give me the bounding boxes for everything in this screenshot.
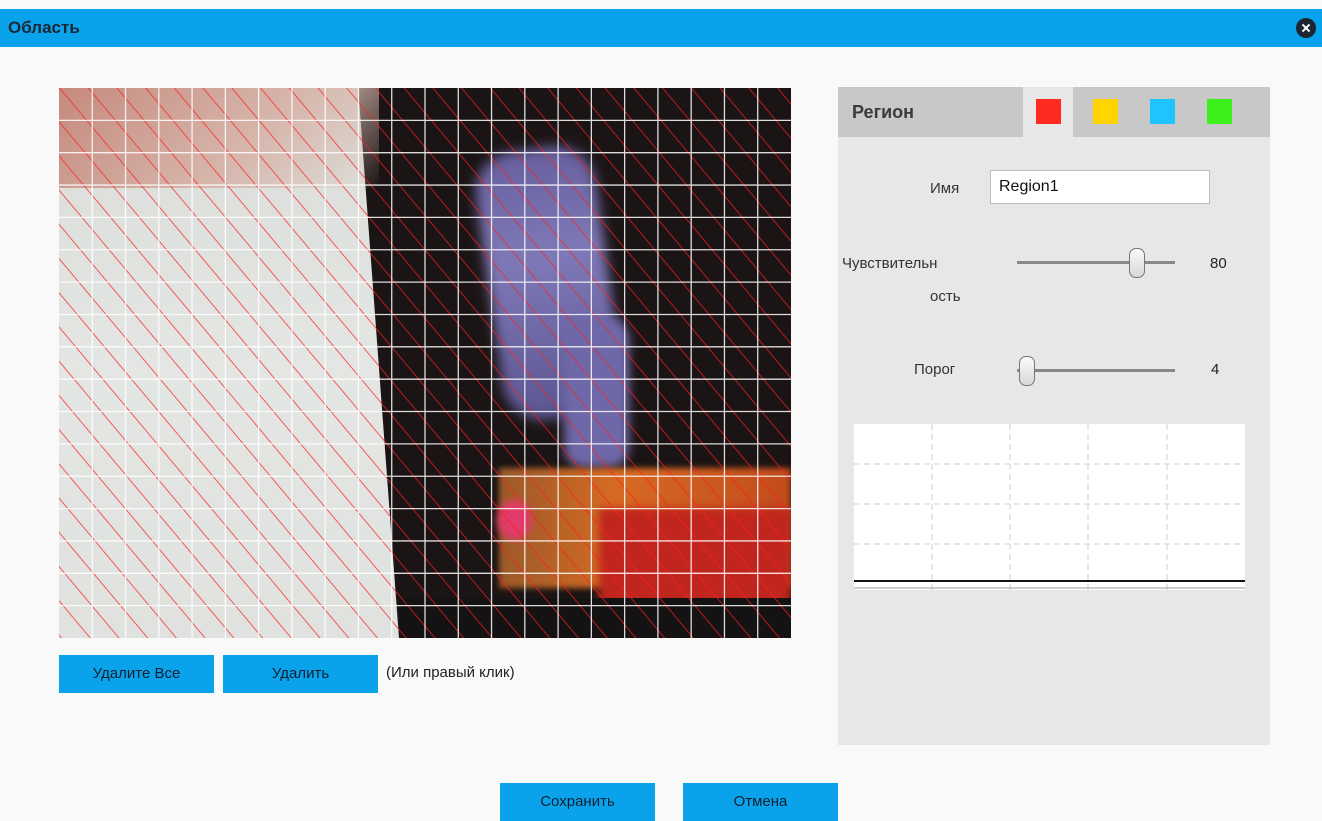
sensitivity-slider-track[interactable] <box>1017 261 1175 264</box>
threshold-value: 4 <box>1211 361 1220 378</box>
video-preview[interactable] <box>59 88 791 638</box>
title-bar: Область <box>0 9 1322 47</box>
swatch-blue[interactable] <box>1150 99 1175 124</box>
region-panel: Регион Имя Чувствительн ость 80 Порог 4 <box>838 87 1270 745</box>
swatch-yellow[interactable] <box>1093 99 1118 124</box>
sensitivity-label-line2: ость <box>930 288 961 305</box>
region-name-input[interactable] <box>990 170 1210 204</box>
name-label: Имя <box>930 180 960 197</box>
region-panel-title: Регион <box>852 102 914 122</box>
cancel-button[interactable]: Отмена <box>683 783 838 821</box>
region-panel-header: Регион <box>838 87 1270 137</box>
delete-all-button[interactable]: Удалите Все <box>59 655 214 693</box>
threshold-label: Порог <box>914 361 956 378</box>
delete-button[interactable]: Удалить <box>223 655 378 693</box>
motion-graph <box>854 424 1245 590</box>
save-button[interactable]: Сохранить <box>500 783 655 821</box>
threshold-slider-thumb[interactable] <box>1019 356 1035 386</box>
threshold-slider-track[interactable] <box>1017 369 1175 372</box>
region-grid[interactable] <box>59 88 791 638</box>
swatch-green[interactable] <box>1207 99 1232 124</box>
swatch-red[interactable] <box>1036 99 1061 124</box>
sensitivity-label-line1: Чувствительн <box>842 255 938 272</box>
dialog-title: Область <box>8 18 80 37</box>
sensitivity-value: 80 <box>1210 255 1227 272</box>
close-icon[interactable] <box>1296 18 1316 38</box>
right-click-hint: (Или правый клик) <box>386 664 515 681</box>
sensitivity-slider-thumb[interactable] <box>1129 248 1145 278</box>
